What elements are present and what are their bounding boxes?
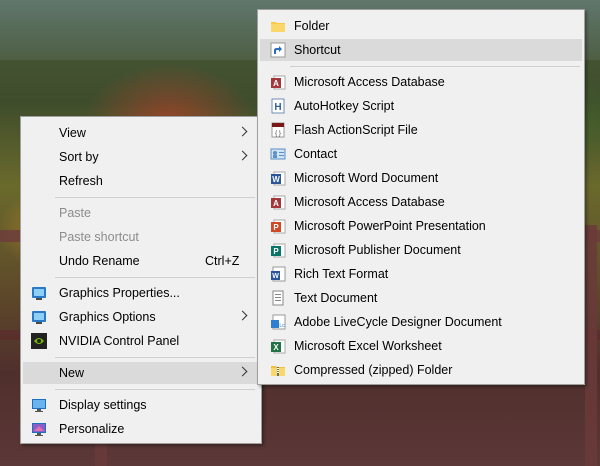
svg-text:H: H xyxy=(274,102,281,113)
menu-item-paste-shortcut[interactable]: Paste shortcut xyxy=(23,226,259,248)
new-item-contact[interactable]: Contact xyxy=(260,143,582,165)
new-item-rich-text-format[interactable]: W Rich Text Format xyxy=(260,263,582,285)
keyboard-shortcut: Ctrl+Z xyxy=(205,254,240,268)
intel-graphics-icon xyxy=(31,285,47,301)
svg-text:W: W xyxy=(272,273,279,280)
intel-graphics-icon xyxy=(31,309,47,325)
menu-item-view[interactable]: View xyxy=(23,122,259,144)
menu-item-label: Microsoft Access Database xyxy=(294,75,445,89)
menu-item-label: Graphics Properties... xyxy=(59,286,180,300)
menu-item-label: Undo Rename xyxy=(59,254,140,268)
menu-item-graphics-properties[interactable]: Graphics Properties... xyxy=(23,282,259,304)
menu-item-label: Paste shortcut xyxy=(59,230,139,244)
menu-item-label: Adobe LiveCycle Designer Document xyxy=(294,315,502,329)
publisher-icon: P xyxy=(270,242,286,258)
new-item-autohotkey-script[interactable]: H AutoHotkey Script xyxy=(260,95,582,117)
new-item-folder[interactable]: Folder xyxy=(260,15,582,37)
menu-item-new[interactable]: New xyxy=(23,362,259,384)
zip-folder-icon xyxy=(270,362,286,378)
chevron-right-icon xyxy=(237,310,248,321)
menu-item-label: Graphics Options xyxy=(59,310,156,324)
menu-item-label: Flash ActionScript File xyxy=(294,123,418,137)
autohotkey-icon: H xyxy=(270,98,286,114)
svg-text:A: A xyxy=(273,79,279,88)
chevron-right-icon xyxy=(237,126,248,137)
menu-item-label: Microsoft PowerPoint Presentation xyxy=(294,219,486,233)
shortcut-arrow-icon xyxy=(270,42,286,58)
menu-item-label: Contact xyxy=(294,147,338,161)
menu-item-undo-rename[interactable]: Undo Rename Ctrl+Z xyxy=(23,250,259,272)
rtf-icon: W xyxy=(270,266,286,282)
personalize-monitor-icon xyxy=(31,421,47,437)
new-submenu: Folder Shortcut A Microsoft Access Datab… xyxy=(257,9,585,385)
menu-item-sort-by[interactable]: Sort by xyxy=(23,146,259,168)
menu-item-label: Rich Text Format xyxy=(294,267,389,281)
access-icon: A xyxy=(270,194,286,210)
nvidia-icon xyxy=(31,333,47,349)
menu-item-refresh[interactable]: Refresh xyxy=(23,170,259,192)
menu-item-label: Sort by xyxy=(59,150,99,164)
new-item-excel-worksheet[interactable]: X Microsoft Excel Worksheet xyxy=(260,335,582,357)
menu-item-label: Text Document xyxy=(294,291,378,305)
menu-item-label: New xyxy=(59,366,85,380)
svg-text:{ }: { } xyxy=(275,131,281,137)
new-item-flash-actionscript-file[interactable]: { } Flash ActionScript File xyxy=(260,119,582,141)
menu-item-label: Microsoft Access Database xyxy=(294,195,445,209)
excel-icon: X xyxy=(270,338,286,354)
menu-item-graphics-options[interactable]: Graphics Options xyxy=(23,306,259,328)
menu-item-label: Folder xyxy=(294,19,330,33)
svg-text:W: W xyxy=(272,175,280,184)
new-item-publisher-document[interactable]: P Microsoft Publisher Document xyxy=(260,239,582,261)
svg-text:P: P xyxy=(273,247,279,256)
menu-item-label: AutoHotkey Script xyxy=(294,99,395,113)
menu-item-nvidia-control-panel[interactable]: NVIDIA Control Panel xyxy=(23,330,259,352)
menu-item-label: Microsoft Excel Worksheet xyxy=(294,339,442,353)
menu-item-label: NVIDIA Control Panel xyxy=(59,334,180,348)
menu-item-label: Display settings xyxy=(59,398,147,412)
word-icon: W xyxy=(270,170,286,186)
new-item-word-document[interactable]: W Microsoft Word Document xyxy=(260,167,582,189)
text-document-icon xyxy=(270,290,286,306)
menu-separator xyxy=(55,277,255,278)
new-item-access-database-2[interactable]: A Microsoft Access Database xyxy=(260,191,582,213)
menu-separator xyxy=(55,197,255,198)
actionscript-file-icon: { } xyxy=(270,122,286,138)
menu-item-label: Compressed (zipped) Folder xyxy=(294,363,453,377)
new-item-adobe-livecycle-document[interactable]: Lc Adobe LiveCycle Designer Document xyxy=(260,311,582,333)
menu-item-label: Paste xyxy=(59,206,91,220)
svg-text:P: P xyxy=(273,223,279,232)
svg-text:X: X xyxy=(273,343,279,352)
chevron-right-icon xyxy=(237,366,248,377)
menu-item-label: Shortcut xyxy=(294,43,341,57)
access-icon: A xyxy=(270,74,286,90)
svg-text:Lc: Lc xyxy=(279,323,285,329)
menu-item-personalize[interactable]: Personalize xyxy=(23,418,259,440)
menu-item-paste[interactable]: Paste xyxy=(23,202,259,224)
folder-icon xyxy=(270,18,286,34)
svg-text:A: A xyxy=(273,199,279,208)
menu-separator xyxy=(55,389,255,390)
powerpoint-icon: P xyxy=(270,218,286,234)
menu-item-label: Microsoft Publisher Document xyxy=(294,243,461,257)
menu-separator xyxy=(55,357,255,358)
contact-icon xyxy=(270,146,286,162)
menu-item-display-settings[interactable]: Display settings xyxy=(23,394,259,416)
new-item-powerpoint-presentation[interactable]: P Microsoft PowerPoint Presentation xyxy=(260,215,582,237)
display-monitor-icon xyxy=(31,397,47,413)
menu-item-label: Microsoft Word Document xyxy=(294,171,439,185)
new-item-access-database[interactable]: A Microsoft Access Database xyxy=(260,71,582,93)
menu-item-label: Personalize xyxy=(59,422,125,436)
desktop-context-menu: View Sort by Refresh Paste Paste shortcu… xyxy=(20,116,262,444)
chevron-right-icon xyxy=(237,150,248,161)
new-item-compressed-folder[interactable]: Compressed (zipped) Folder xyxy=(260,359,582,381)
menu-item-label: View xyxy=(59,126,86,140)
menu-separator xyxy=(290,66,580,67)
livecycle-icon: Lc xyxy=(270,314,286,330)
new-item-shortcut[interactable]: Shortcut xyxy=(260,39,582,61)
menu-item-label: Refresh xyxy=(59,174,103,188)
new-item-text-document[interactable]: Text Document xyxy=(260,287,582,309)
